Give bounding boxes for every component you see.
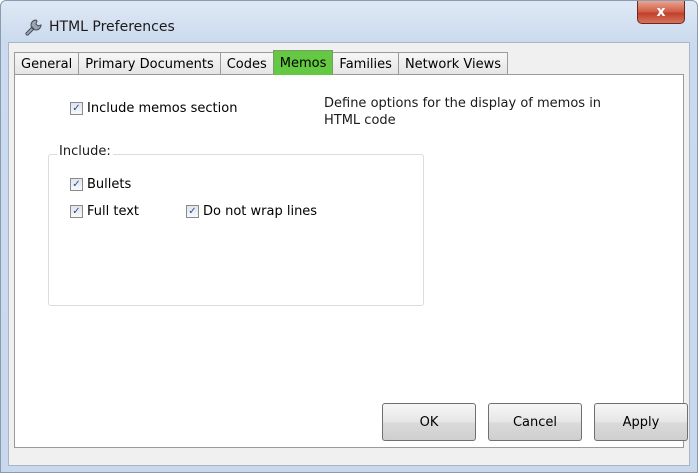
full-text-checkbox[interactable]: ✓ <box>70 205 83 218</box>
do-not-wrap-lines-option[interactable]: ✓ Do not wrap lines <box>186 204 317 219</box>
wrench-icon <box>25 19 42 36</box>
include-memos-section-checkbox[interactable]: ✓ <box>70 102 83 115</box>
title-bar[interactable]: HTML Preferences <box>1 1 697 45</box>
cancel-button[interactable]: Cancel <box>488 403 582 441</box>
tab-general[interactable]: General <box>14 52 80 75</box>
bullets-checkbox[interactable]: ✓ <box>70 178 83 191</box>
tab-strip: General Primary Documents Codes Memos Fa… <box>14 50 508 75</box>
tab-primary-documents[interactable]: Primary Documents <box>78 52 221 75</box>
include-group-label: Include: <box>57 144 113 159</box>
window-title: HTML Preferences <box>49 19 175 35</box>
full-text-label: Full text <box>87 204 140 219</box>
include-memos-section-label: Include memos section <box>87 101 238 116</box>
memos-description: Define options for the display of memos … <box>324 96 602 128</box>
tab-memos[interactable]: Memos <box>272 50 334 75</box>
include-memos-section-option[interactable]: ✓ Include memos section <box>70 101 237 116</box>
apply-button[interactable]: Apply <box>594 403 688 441</box>
do-not-wrap-lines-label: Do not wrap lines <box>203 204 318 219</box>
close-button[interactable]: x <box>637 1 685 24</box>
bullets-label: Bullets <box>87 177 132 192</box>
tab-codes[interactable]: Codes <box>219 52 274 75</box>
do-not-wrap-lines-checkbox[interactable]: ✓ <box>186 205 199 218</box>
tab-network-views[interactable]: Network Views <box>397 52 508 75</box>
tab-families[interactable]: Families <box>332 52 399 75</box>
full-text-option[interactable]: ✓ Full text <box>70 204 139 219</box>
bullets-option[interactable]: ✓ Bullets <box>70 177 131 192</box>
ok-button[interactable]: OK <box>382 403 476 441</box>
close-icon: x <box>656 4 666 20</box>
